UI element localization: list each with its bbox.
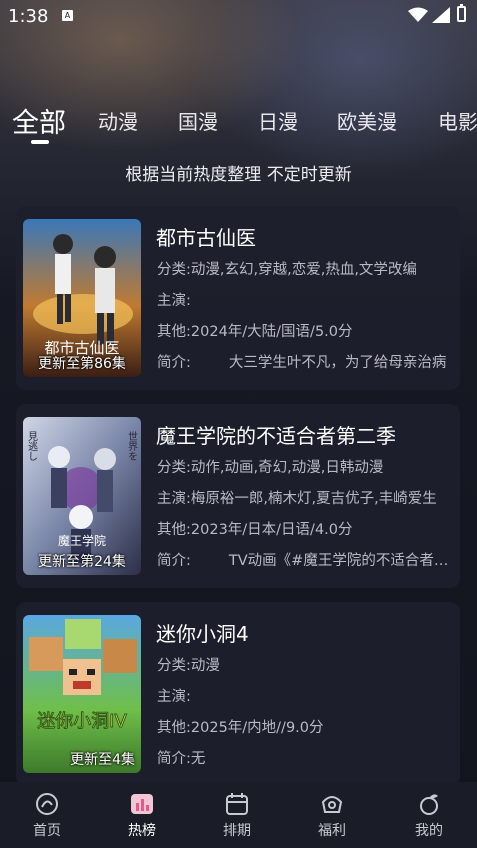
category-label: 分类: — [157, 262, 191, 278]
hot-chart-icon — [131, 794, 153, 814]
poster-image[interactable]: 都市古仙医 更新至第86集 — [23, 219, 141, 377]
intro-value: 大三学生叶不凡，为了给母亲治病 — [228, 355, 447, 371]
nav-hot-chart[interactable]: 热榜 — [112, 792, 172, 840]
nav-schedule[interactable]: 排期 — [207, 792, 267, 840]
tab-all[interactable]: 全部 — [12, 101, 66, 140]
list-item[interactable]: 見逃し 世界を 魔王学院 更新至第24集 魔王学院的不适合者第二季 分类:动作,… — [16, 404, 460, 588]
list-item[interactable]: 迷你小洞IV 更新至4集 迷你小洞4 分类:动漫 主演: 其他:2025年/内地… — [16, 602, 460, 786]
category-label: 分类: — [157, 658, 191, 674]
other-label: 其他: — [157, 324, 191, 340]
cast-label: 主演: — [157, 491, 191, 507]
episode-badge: 更新至第24集 — [38, 554, 126, 570]
poster-logo: 迷你小洞IV — [37, 711, 127, 732]
poster-logo: 魔王学院 — [58, 533, 106, 548]
svg-text:世界を: 世界を — [126, 431, 138, 461]
item-title[interactable]: 迷你小洞4 — [156, 618, 249, 647]
intro-value: TV动画《#魔王学院的不适合者》第二季 — [228, 553, 453, 569]
nav-home[interactable]: 首页 — [17, 792, 77, 840]
intro-row: 简介: TV动画《#魔王学院的不适合者》第二季 — [157, 549, 453, 570]
nav-profile-label: 我的 — [415, 823, 443, 839]
item-title[interactable]: 魔王学院的不适合者第二季 — [156, 420, 396, 449]
bottom-navigation: 首页 热榜 排期 福利 我的 — [0, 782, 477, 848]
other-label: 其他: — [157, 720, 191, 736]
signal-icon — [432, 7, 450, 23]
other-value: 2023年/日本/日语/4.0分 — [190, 522, 353, 538]
intro-row: 简介:无 — [157, 747, 453, 768]
other-value: 2025年/内地//9.0分 — [190, 720, 324, 736]
tab-anime[interactable]: 动漫 — [98, 106, 138, 135]
wifi-icon — [408, 7, 428, 22]
episode-badge: 更新至第86集 — [38, 356, 126, 372]
category-row: 分类:动作,动画,奇幻,动漫,日韩动漫 — [157, 456, 453, 477]
category-value: 动漫 — [190, 658, 220, 674]
tab-japanese-anime[interactable]: 日漫 — [258, 106, 298, 135]
svg-text:見逃し: 見逃し — [26, 431, 38, 461]
cast-value: 梅原裕一郎,楠木灯,夏吉优子,丰崎爱生 — [190, 491, 437, 507]
nav-home-label: 首页 — [33, 823, 61, 839]
other-value: 2024年/大陆/国语/5.0分 — [190, 324, 353, 340]
cast-row: 主演: — [157, 289, 453, 310]
nav-profile[interactable]: 我的 — [399, 792, 459, 840]
cast-row: 主演:梅原裕一郎,楠木灯,夏吉优子,丰崎爱生 — [157, 487, 453, 508]
intro-label: 简介: — [157, 751, 191, 767]
nav-hot-chart-label: 热榜 — [128, 823, 156, 839]
episode-badge: 更新至4集 — [70, 752, 135, 768]
list-item[interactable]: 都市古仙医 更新至第86集 都市古仙医 分类:动漫,玄幻,穿越,恋爱,热血,文学… — [16, 206, 460, 390]
battery-icon — [457, 4, 466, 22]
nav-schedule-label: 排期 — [223, 823, 251, 839]
status-bar: 1:38 A — [0, 0, 477, 34]
active-tab-indicator — [31, 140, 49, 144]
category-value: 动作,动画,奇幻,动漫,日韩动漫 — [190, 460, 384, 476]
page-subtitle: 根据当前热度整理 不定时更新 — [125, 165, 352, 185]
cast-label: 主演: — [157, 689, 191, 705]
tab-movie[interactable]: 电影 — [438, 106, 477, 135]
cast-label: 主演: — [157, 293, 191, 309]
category-label: 分类: — [157, 460, 191, 476]
category-value: 动漫,玄幻,穿越,恋爱,热血,文学改编 — [190, 262, 417, 278]
intro-label: 简介: — [157, 355, 191, 371]
poster-image[interactable]: 見逃し 世界を 魔王学院 更新至第24集 — [23, 417, 141, 575]
other-row: 其他:2025年/内地//9.0分 — [157, 716, 453, 737]
intro-label: 简介: — [157, 553, 191, 569]
calendar-icon — [226, 793, 248, 815]
other-row: 其他:2024年/大陆/国语/5.0分 — [157, 320, 453, 341]
gift-icon — [321, 796, 343, 813]
category-row: 分类:动漫,玄幻,穿越,恋爱,热血,文学改编 — [157, 258, 453, 279]
category-tabs: 全部 动漫 国漫 日漫 欧美漫 电影 — [0, 96, 477, 156]
category-row: 分类:动漫 — [157, 654, 453, 675]
nav-welfare[interactable]: 福利 — [302, 792, 362, 840]
tab-chinese-anime[interactable]: 国漫 — [178, 106, 218, 135]
status-time: 1:38 — [8, 6, 49, 27]
item-title[interactable]: 都市古仙医 — [156, 222, 256, 251]
notification-icon: A — [62, 10, 73, 21]
home-icon — [36, 793, 58, 815]
other-label: 其他: — [157, 522, 191, 538]
intro-row: 简介: 大三学生叶不凡，为了给母亲治病 — [157, 351, 453, 372]
profile-icon — [420, 794, 438, 815]
cast-row: 主演: — [157, 685, 453, 706]
intro-value: 无 — [190, 751, 206, 767]
other-row: 其他:2023年/日本/日语/4.0分 — [157, 518, 453, 539]
nav-welfare-label: 福利 — [318, 823, 346, 839]
tab-western-anime[interactable]: 欧美漫 — [337, 106, 397, 135]
poster-image[interactable]: 迷你小洞IV 更新至4集 — [23, 615, 141, 773]
